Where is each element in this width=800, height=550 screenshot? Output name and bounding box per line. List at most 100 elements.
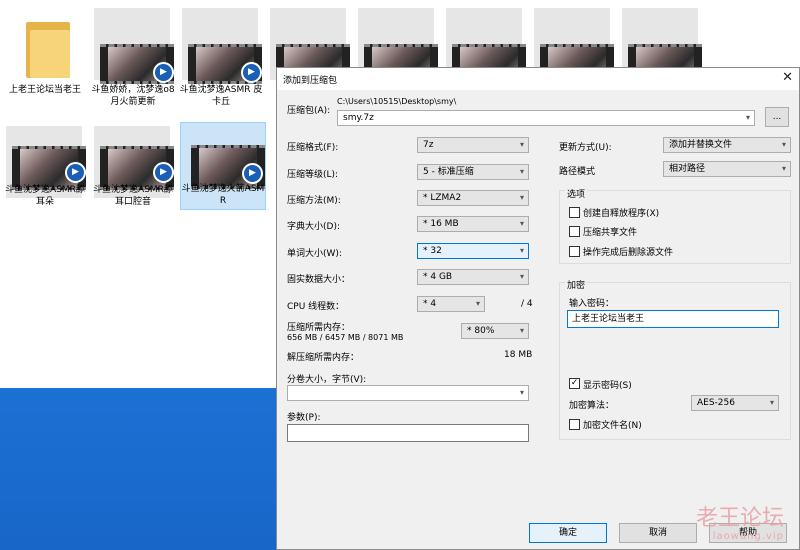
file-caption: 上老王论坛当老王 — [8, 85, 81, 95]
cpu-value: * 4 — [423, 299, 437, 309]
method-value: * LZMA2 — [423, 193, 462, 203]
chevron-down-icon: ▾ — [769, 398, 774, 407]
chevron-down-icon: ▾ — [745, 113, 750, 122]
update-mode-value: 添加并替换文件 — [669, 140, 733, 150]
cpu-label: CPU 线程数： — [287, 302, 345, 312]
format-value: 7z — [423, 140, 434, 150]
show-password-label: 显示密码(S) — [583, 381, 632, 391]
algorithm-label: 加密算法： — [569, 401, 615, 411]
memory-percent-select[interactable]: * 80% ▾ — [461, 323, 529, 339]
file-caption: 斗鱼沈梦逸ASMR舔耳口腔音 — [93, 185, 173, 207]
encrypt-names-label: 加密文件名(N) — [583, 421, 642, 431]
memory-values: 656 MB / 6457 MB / 8071 MB — [287, 333, 404, 342]
archive-name-combo[interactable]: smy.7z ▾ — [337, 110, 755, 126]
chevron-down-icon: ▾ — [781, 164, 786, 173]
encrypt-names-checkbox[interactable] — [569, 419, 580, 430]
file-tile-folder[interactable]: 上老王论坛当老王 — [2, 4, 88, 114]
file-tile-video[interactable]: ▶ 斗鱼娇娇，沈梦逸o8月火箭更新 — [90, 4, 176, 114]
sfx-label: 创建自释放程序(X) — [583, 209, 660, 219]
level-value: 5 - 标准压缩 — [423, 167, 474, 177]
path-mode-select[interactable]: 相对路径 ▾ — [663, 161, 791, 177]
show-password-checkbox[interactable]: ✓ — [569, 378, 580, 389]
watermark: 老王论坛 laowang.vip — [695, 506, 784, 543]
cpu-select[interactable]: * 4 ▾ — [417, 296, 485, 312]
delete-after-checkbox[interactable] — [569, 246, 580, 257]
ok-button[interactable]: 确定 — [529, 523, 607, 543]
dictionary-label: 字典大小(D): — [287, 222, 340, 232]
add-to-archive-dialog: 添加到压缩包 ✕ 压缩包(A): C:\Users\10515\Desktop\… — [276, 67, 800, 550]
dialog-title: 添加到压缩包 — [283, 76, 338, 86]
params-label: 参数(P): — [287, 413, 321, 423]
word-size-label: 单词大小(W): — [287, 249, 342, 259]
chevron-down-icon: ▾ — [519, 193, 524, 202]
video-badge-icon: ▶ — [153, 62, 174, 83]
chevron-down-icon: ▾ — [519, 388, 524, 397]
solid-block-value: * 4 GB — [423, 272, 453, 282]
method-select[interactable]: * LZMA2 ▾ — [417, 190, 529, 206]
format-label: 压缩格式(F): — [287, 143, 339, 153]
file-tile-video[interactable]: ▶ 斗鱼沈梦逸ASMR舔耳朵 — [2, 122, 88, 232]
shared-files-label: 压缩共享文件 — [583, 228, 638, 238]
password-input[interactable]: 上老王论坛当老王 — [567, 310, 779, 328]
video-badge-icon: ▶ — [242, 163, 263, 184]
delete-after-label: 操作完成后删除源文件 — [583, 248, 674, 258]
decompress-memory-label: 解压缩所需内存： — [287, 353, 360, 363]
file-caption: 斗鱼沈梦逸ASMR舔耳朵 — [5, 185, 85, 207]
watermark-title: 老王论坛 — [695, 506, 784, 531]
file-tile-video-selected[interactable]: ▶ 斗鱼沈梦逸火箭ASMR — [180, 122, 266, 210]
browse-button[interactable]: ... — [765, 107, 789, 127]
volume-combo[interactable]: ▾ — [287, 385, 529, 401]
method-label: 压缩方法(M): — [287, 196, 341, 206]
level-label: 压缩等级(L): — [287, 170, 339, 180]
chevron-down-icon: ▾ — [519, 167, 524, 176]
decompress-memory-value: 18 MB — [504, 350, 533, 360]
chevron-down-icon: ▾ — [519, 219, 524, 228]
chevron-down-icon: ▾ — [519, 246, 524, 255]
video-badge-icon: ▶ — [241, 62, 262, 83]
algorithm-value: AES-256 — [697, 398, 735, 408]
file-caption: 斗鱼沈梦逸火箭ASMR — [181, 184, 265, 206]
cpu-max: / 4 — [521, 299, 533, 309]
folder-icon — [6, 8, 82, 80]
chevron-down-icon: ▾ — [781, 140, 786, 149]
dictionary-select[interactable]: * 16 MB ▾ — [417, 216, 529, 232]
dictionary-value: * 16 MB — [423, 219, 459, 229]
algorithm-select[interactable]: AES-256 ▾ — [691, 395, 779, 411]
dialog-titlebar: 添加到压缩包 ✕ — [277, 68, 799, 90]
chevron-down-icon: ▾ — [519, 272, 524, 281]
watermark-url: laowang.vip — [712, 531, 784, 542]
word-size-select[interactable]: * 32 ▾ — [417, 243, 529, 259]
update-mode-select[interactable]: 添加并替换文件 ▾ — [663, 137, 791, 153]
solid-block-label: 固实数据大小： — [287, 275, 351, 285]
file-tile-video[interactable]: ▶ 斗鱼沈梦逸ASMR 皮卡丘 — [178, 4, 264, 114]
chevron-down-icon: ▾ — [475, 299, 480, 308]
close-icon[interactable]: ✕ — [782, 70, 793, 85]
params-input[interactable] — [287, 424, 529, 442]
archive-name-value: smy.7z — [343, 113, 374, 123]
path-mode-value: 相对路径 — [669, 164, 706, 174]
archive-path: C:\Users\10515\Desktop\smy\ — [337, 97, 457, 106]
chevron-down-icon: ▾ — [519, 326, 524, 335]
file-caption: 斗鱼娇娇，沈梦逸o8月火箭更新 — [91, 85, 175, 107]
video-badge-icon: ▶ — [153, 162, 174, 183]
chevron-down-icon: ▾ — [519, 140, 524, 149]
shared-files-checkbox[interactable] — [569, 226, 580, 237]
password-label: 输入密码： — [569, 299, 615, 309]
update-mode-label: 更新方式(U): — [559, 143, 612, 153]
volume-label: 分卷大小，字节(V): — [287, 375, 367, 385]
level-select[interactable]: 5 - 标准压缩 ▾ — [417, 164, 529, 180]
solid-block-select[interactable]: * 4 GB ▾ — [417, 269, 529, 285]
word-size-value: * 32 — [423, 246, 442, 256]
video-badge-icon: ▶ — [65, 162, 86, 183]
file-caption: 斗鱼沈梦逸ASMR 皮卡丘 — [179, 85, 263, 107]
file-tile-video[interactable]: ▶ 斗鱼沈梦逸ASMR舔耳口腔音 — [90, 122, 176, 232]
encryption-title: 加密 — [565, 278, 588, 291]
archive-label: 压缩包(A): — [287, 106, 331, 116]
options-title: 选项 — [565, 187, 588, 200]
format-select[interactable]: 7z ▾ — [417, 137, 529, 153]
memory-percent-value: * 80% — [467, 326, 495, 336]
cancel-button[interactable]: 取消 — [619, 523, 697, 543]
sfx-checkbox[interactable] — [569, 207, 580, 218]
memory-label: 压缩所需内存： — [287, 323, 351, 333]
path-mode-label: 路径模式 — [559, 167, 596, 177]
